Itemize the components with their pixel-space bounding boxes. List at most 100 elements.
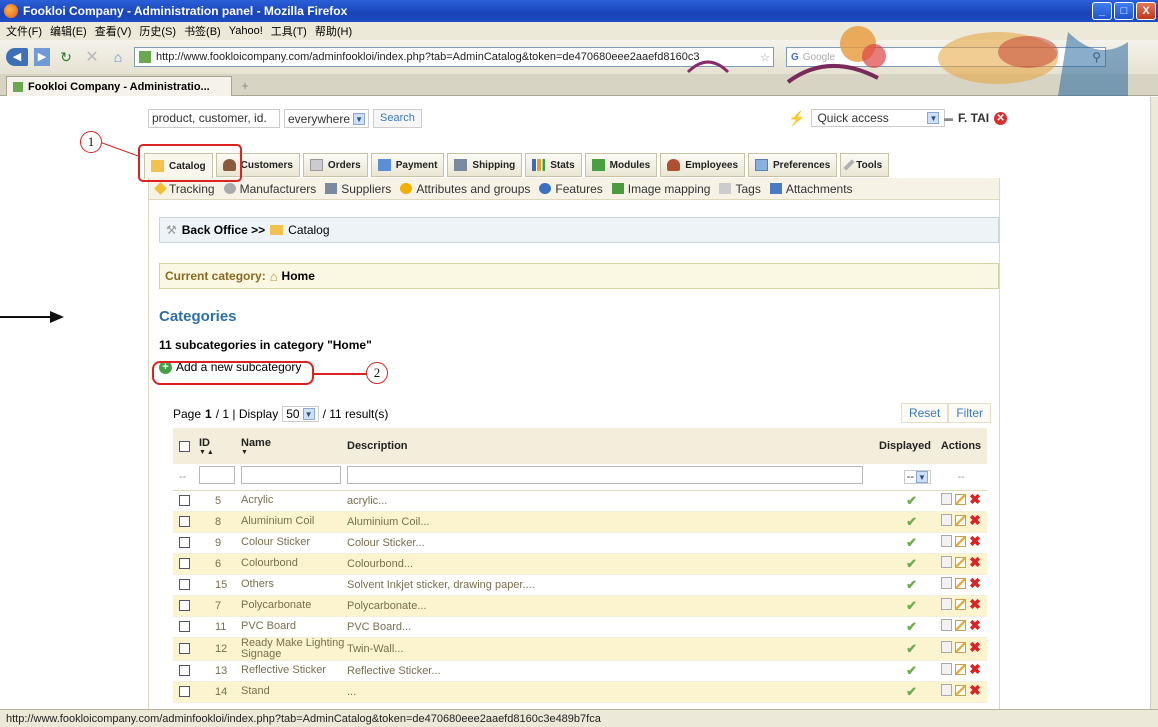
quick-access-select[interactable]: Quick access ▼ — [811, 109, 946, 127]
tab-stats[interactable]: Stats — [525, 153, 582, 177]
row-name[interactable]: PVC Board — [241, 616, 347, 638]
browser-tab[interactable]: Fookloi Company - Administratio... — [6, 76, 232, 96]
subnav-image-mapping[interactable]: Image mapping — [611, 182, 710, 196]
breadcrumb-back-office[interactable]: Back Office >> — [182, 223, 265, 237]
new-tab-button[interactable]: + — [236, 78, 254, 94]
edit-icon[interactable] — [955, 619, 967, 631]
edit-icon[interactable] — [955, 535, 967, 547]
sort-arrows-icon[interactable]: ▼▲ — [199, 449, 241, 456]
checkmark-icon[interactable]: ✔ — [906, 535, 917, 550]
edit-icon[interactable] — [955, 514, 967, 526]
subnav-suppliers[interactable]: Suppliers — [325, 182, 391, 196]
filter-button[interactable]: Filter — [948, 403, 991, 423]
view-icon[interactable] — [941, 493, 953, 505]
logout-icon[interactable]: ✕ — [994, 111, 1008, 125]
delete-icon[interactable]: ✖ — [969, 683, 981, 697]
edit-icon[interactable] — [955, 641, 967, 653]
row-checkbox[interactable] — [179, 558, 190, 570]
row-checkbox[interactable] — [179, 643, 190, 655]
delete-icon[interactable]: ✖ — [969, 618, 981, 632]
maximize-button[interactable]: □ — [1114, 2, 1134, 20]
checkmark-icon[interactable]: ✔ — [906, 598, 917, 613]
row-checkbox[interactable] — [179, 537, 190, 549]
view-icon[interactable] — [941, 577, 953, 589]
reset-button[interactable]: Reset — [900, 403, 949, 423]
checkmark-icon[interactable]: ✔ — [906, 663, 917, 678]
url-bar[interactable]: http://www.fookloicompany.com/adminfookl… — [134, 47, 774, 67]
admin-search-button[interactable]: Search — [373, 109, 422, 128]
checkmark-icon[interactable]: ✔ — [906, 514, 917, 529]
view-icon[interactable] — [941, 598, 953, 610]
table-row[interactable]: 13 Reflective Sticker Reflective Sticker..… — [173, 660, 987, 682]
table-row[interactable]: 7 Polycarbonate Polycarbonate... ✔ ✖ — [173, 595, 987, 617]
select-all-checkbox[interactable] — [179, 440, 190, 452]
edit-icon[interactable] — [955, 493, 967, 505]
back-icon[interactable]: ◀ — [6, 48, 28, 66]
menu-yahoo[interactable]: Yahoo! — [229, 25, 263, 37]
checkmark-icon[interactable]: ✔ — [906, 641, 917, 656]
tab-orders[interactable]: Orders — [302, 153, 368, 177]
sort-arrow-icon[interactable]: ▼ — [241, 449, 347, 456]
menu-edit[interactable]: 编辑(E) — [50, 23, 87, 39]
delete-icon[interactable]: ✖ — [969, 492, 981, 506]
edit-icon[interactable] — [955, 577, 967, 589]
view-icon[interactable] — [941, 535, 953, 547]
table-row[interactable]: 8 Aluminium Coil Aluminium Coil... ✔ ✖ — [173, 511, 987, 533]
row-name[interactable]: Aluminium Coil — [241, 511, 347, 533]
filter-displayed-select[interactable]: -- ▼ — [903, 469, 931, 484]
row-name[interactable]: Polycarbonate — [241, 595, 347, 617]
menu-view[interactable]: 查看(V) — [95, 23, 132, 39]
minimize-button[interactable]: _ — [1092, 2, 1112, 20]
delete-icon[interactable]: ✖ — [969, 513, 981, 527]
edit-icon[interactable] — [955, 556, 967, 568]
table-row[interactable]: 14 Stand... ✔ ✖ — [173, 681, 987, 703]
edit-icon[interactable] — [955, 663, 967, 675]
home-icon[interactable]: ⌂ — [108, 49, 128, 65]
delete-icon[interactable]: ✖ — [969, 555, 981, 569]
row-checkbox[interactable] — [179, 579, 190, 591]
delete-icon[interactable]: ✖ — [969, 662, 981, 676]
site-identity-icon[interactable] — [139, 51, 151, 63]
row-checkbox[interactable] — [179, 621, 190, 633]
magnifier-icon[interactable]: ⚲ — [1092, 50, 1105, 64]
current-category-home[interactable]: Home — [282, 269, 315, 283]
subnav-features[interactable]: Features — [539, 182, 603, 196]
row-checkbox[interactable] — [179, 495, 190, 507]
row-checkbox[interactable] — [179, 686, 190, 698]
table-row[interactable]: 15 Others Solvent Inkjet sticker, drawing … — [173, 574, 987, 596]
menu-help[interactable]: 帮助(H) — [315, 23, 352, 39]
table-row[interactable]: 5 Acrylic acrylic... ✔ ✖ — [173, 490, 987, 512]
row-checkbox[interactable] — [179, 600, 190, 612]
checkmark-icon[interactable]: ✔ — [906, 577, 917, 592]
row-name[interactable]: Acrylic — [241, 490, 347, 512]
tab-tools[interactable]: Tools — [840, 153, 890, 177]
bookmark-star-icon[interactable]: ☆ — [760, 51, 773, 64]
view-icon[interactable] — [941, 556, 953, 568]
subnav-attachments[interactable]: Attachments — [769, 182, 853, 196]
table-row[interactable]: 11 PVC Board PVC Board... ✔ ✖ — [173, 616, 987, 638]
table-row[interactable]: 9 Colour Sticker Colour Sticker... ✔ ✖ — [173, 532, 987, 554]
per-page-select[interactable]: 50 ▼ — [282, 406, 319, 422]
search-bar[interactable]: G Google ⚲ — [786, 47, 1106, 67]
tab-modules[interactable]: Modules — [584, 153, 658, 177]
checkmark-icon[interactable]: ✔ — [906, 493, 917, 508]
row-name[interactable]: Reflective Sticker — [241, 660, 347, 682]
subnav-tracking[interactable]: Tracking — [154, 182, 215, 196]
admin-search-input[interactable]: product, customer, id. — [148, 109, 280, 128]
row-checkbox[interactable] — [179, 516, 190, 528]
view-icon[interactable] — [941, 684, 953, 696]
tab-shipping[interactable]: Shipping — [447, 153, 523, 177]
view-icon[interactable] — [941, 663, 953, 675]
row-name[interactable]: Others — [241, 574, 347, 596]
row-checkbox[interactable] — [179, 665, 190, 677]
subnav-tags[interactable]: Tags — [719, 182, 761, 196]
edit-icon[interactable] — [955, 684, 967, 696]
row-name[interactable]: Ready Make Lighting Signage — [241, 637, 347, 661]
menu-history[interactable]: 历史(S) — [139, 23, 176, 39]
close-window-button[interactable]: X — [1136, 2, 1156, 20]
row-name[interactable]: Stand — [241, 681, 347, 703]
menu-file[interactable]: 文件(F) — [6, 23, 42, 39]
breadcrumb-catalog[interactable]: Catalog — [288, 223, 329, 237]
view-icon[interactable] — [941, 641, 953, 653]
row-name[interactable]: Colourbond — [241, 553, 347, 575]
